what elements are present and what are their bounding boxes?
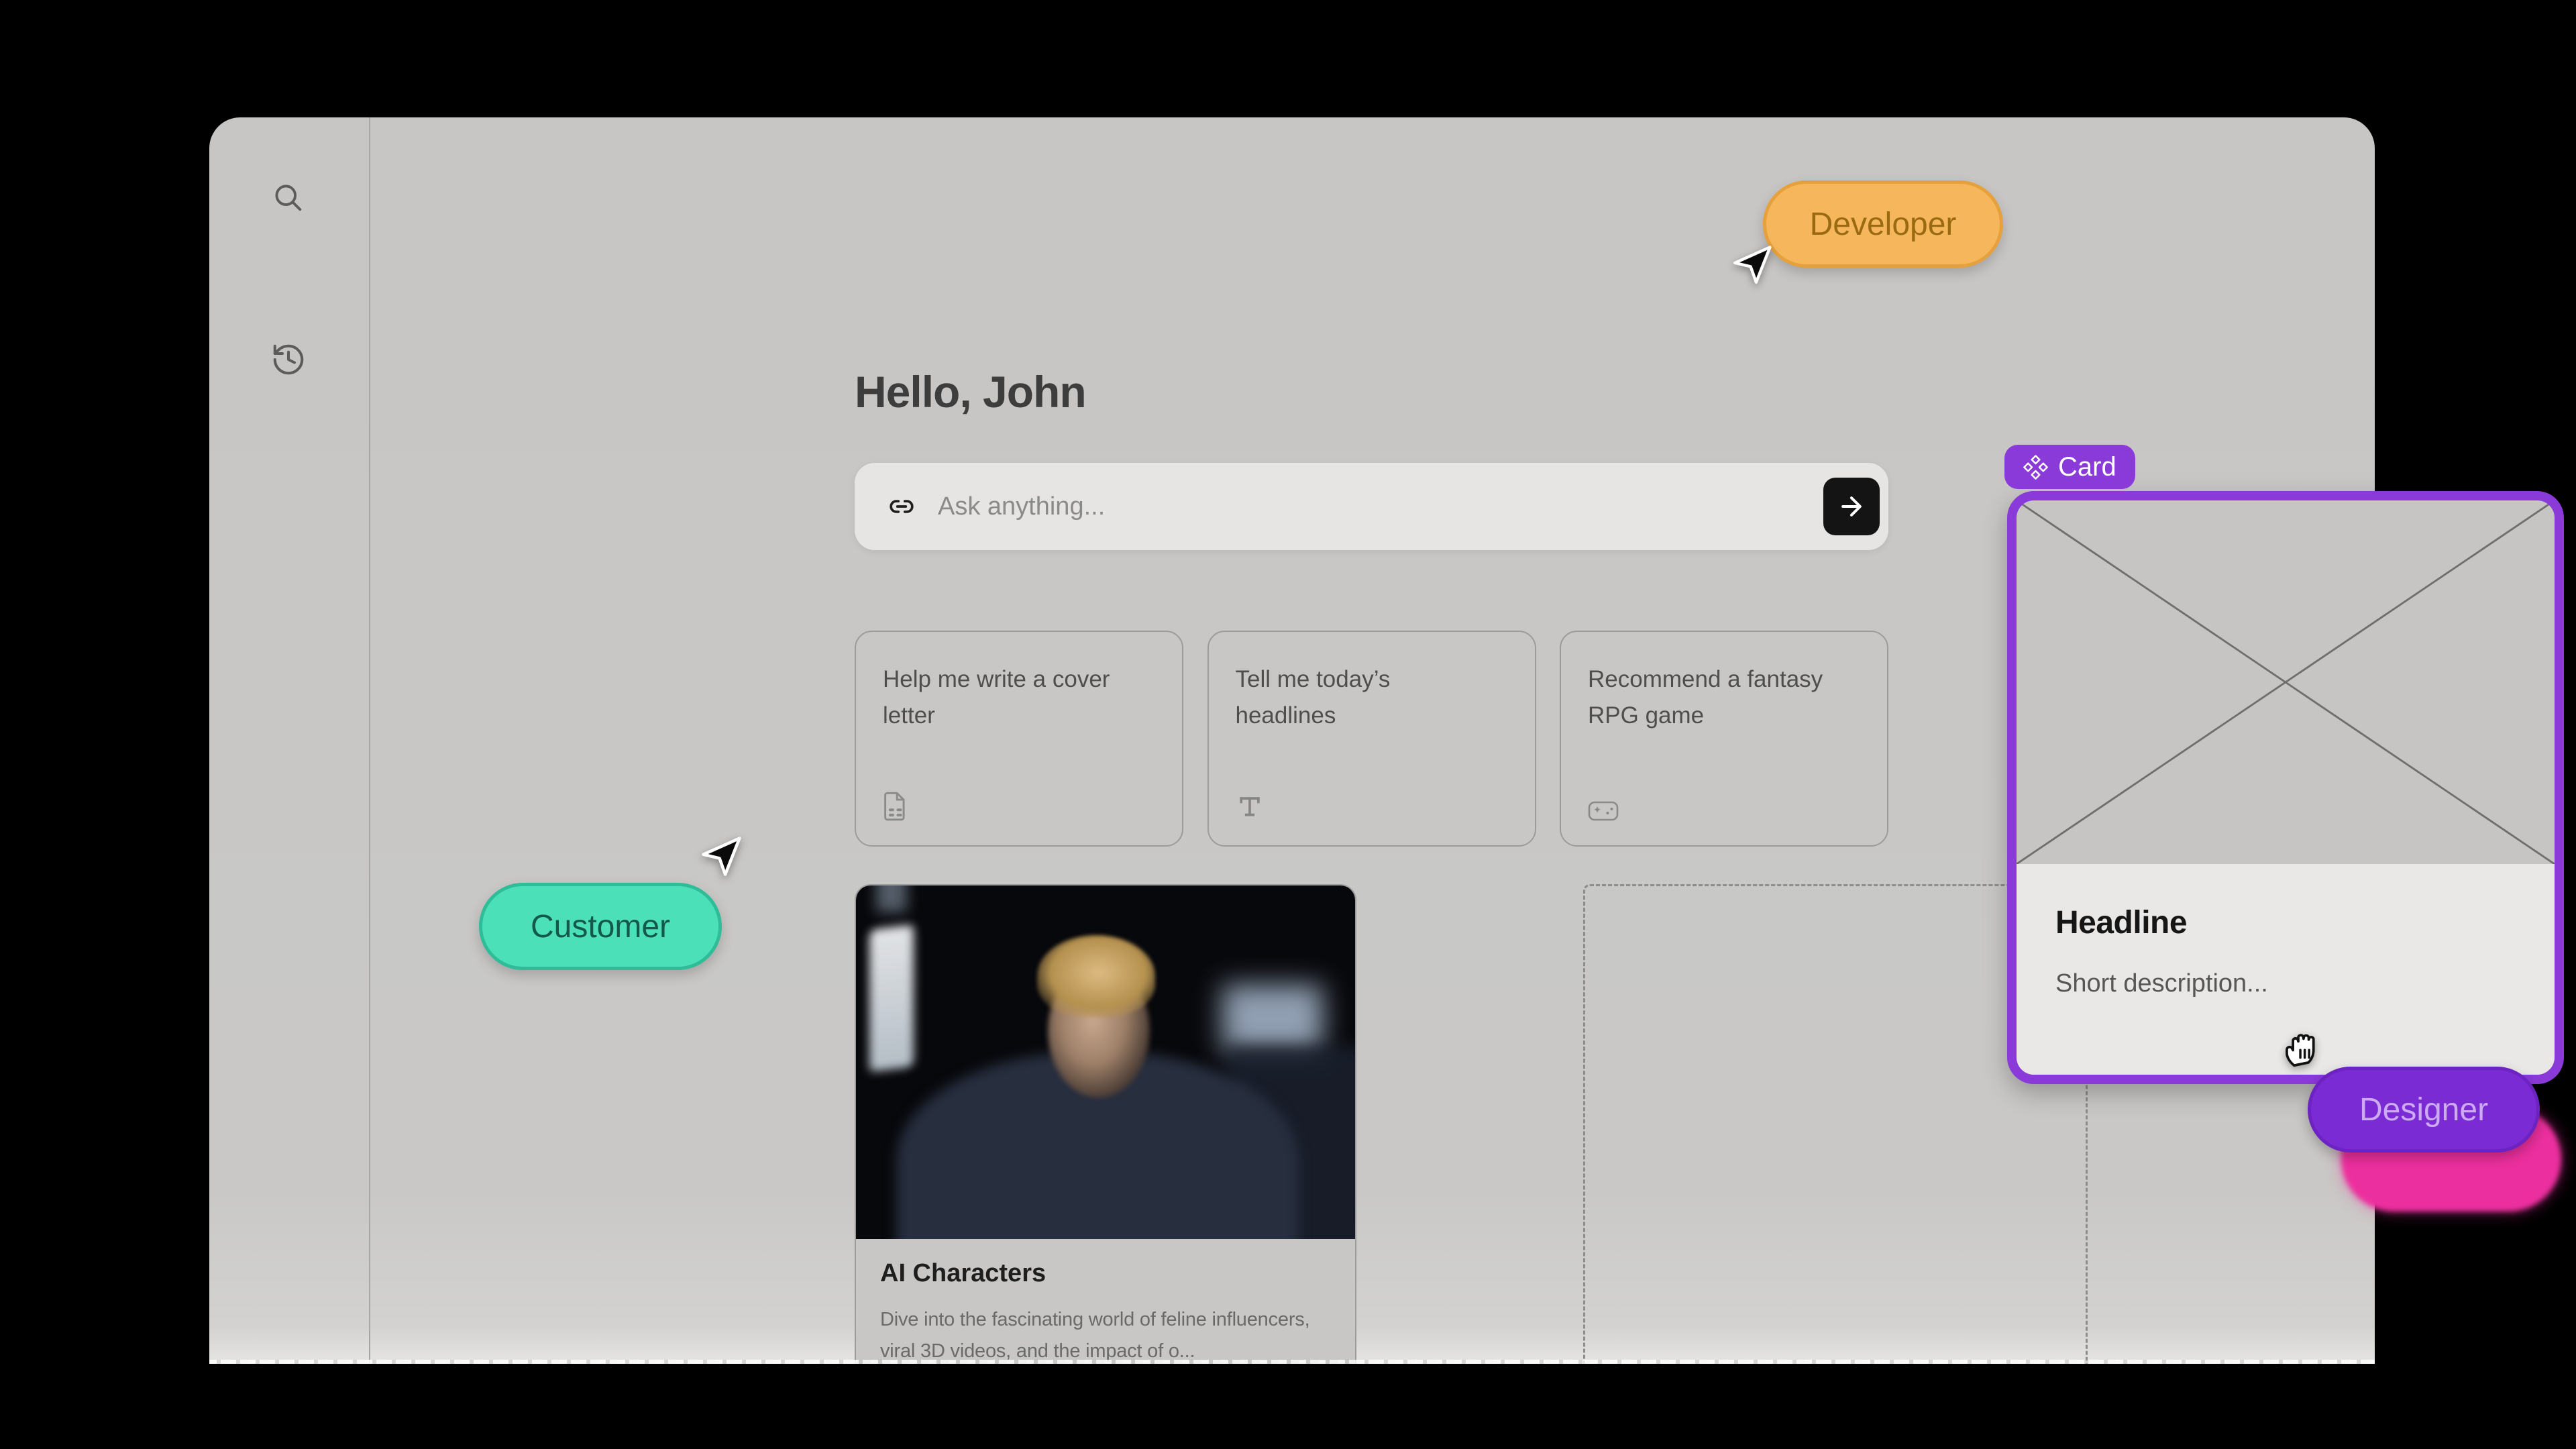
suggestion-label: Help me write a cover letter [883, 661, 1124, 735]
link-icon [885, 494, 918, 519]
collaborator-name: Developer [1810, 206, 1957, 243]
grab-hand-cursor-icon [2279, 1024, 2326, 1072]
ai-characters-image [856, 885, 1355, 1239]
component-icon [2023, 455, 2048, 480]
sidebar [209, 117, 370, 1364]
text-icon [1236, 793, 1264, 821]
ask-bar[interactable] [855, 463, 1888, 550]
collaborator-pill-developer: Developer [1763, 180, 2003, 268]
suggestion-card-headlines[interactable]: Tell me today’s headlines [1208, 631, 1536, 847]
card-description: Dive into the fascinating world of felin… [880, 1304, 1331, 1364]
canvas: Hello, John Help me write a cover letter [0, 0, 2576, 1449]
developer-cursor-icon [1729, 243, 1774, 288]
search-icon [270, 180, 307, 216]
search-button[interactable] [270, 179, 307, 217]
card-title: AI Characters [880, 1259, 1331, 1288]
history-icon [270, 341, 307, 378]
suggestion-label: Recommend a fantasy RPG game [1588, 661, 1829, 735]
component-description: Short description... [2055, 969, 2516, 998]
ask-input[interactable] [938, 463, 1770, 550]
collaborator-pill-customer: Customer [479, 883, 722, 970]
component-headline: Headline [2055, 904, 2516, 941]
suggestion-row: Help me write a cover letter Tell me tod… [855, 631, 1888, 847]
document-icon [883, 792, 908, 821]
customer-cursor-icon [698, 833, 743, 881]
page-title: Hello, John [855, 364, 1086, 419]
collaborator-name: Designer [2359, 1091, 2488, 1128]
history-button[interactable] [270, 341, 307, 378]
gamepad-icon [1588, 801, 1619, 821]
collaborator-name: Customer [531, 908, 670, 945]
image-placeholder [2017, 500, 2555, 864]
suggestion-card-rpg-game[interactable]: Recommend a fantasy RPG game [1560, 631, 1888, 847]
component-badge: Card [2004, 445, 2135, 489]
suggestion-label: Tell me today’s headlines [1236, 661, 1477, 735]
send-button[interactable] [1823, 478, 1880, 535]
component-card[interactable]: Headline Short description... [2007, 491, 2564, 1084]
collaborator-pill-designer: Designer [2308, 1067, 2540, 1152]
suggestion-card-cover-letter[interactable]: Help me write a cover letter [855, 631, 1183, 847]
ai-characters-card[interactable]: AI Characters Dive into the fascinating … [855, 884, 1356, 1364]
component-badge-label: Card [2058, 452, 2116, 482]
arrow-right-icon [1837, 492, 1866, 521]
